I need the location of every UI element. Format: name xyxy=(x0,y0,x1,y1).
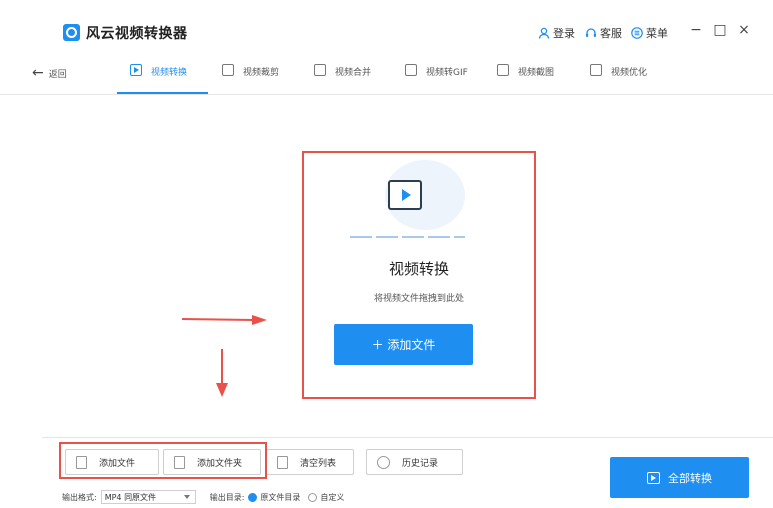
tab-label: 视频优化 xyxy=(611,68,648,78)
back-label: 返回 xyxy=(48,69,67,80)
close-button[interactable]: × xyxy=(737,22,751,38)
service-button[interactable]: 客服 xyxy=(585,26,622,40)
output-format-value: MP4 同原文件 xyxy=(104,492,157,502)
bottom-divider xyxy=(42,437,773,438)
user-icon xyxy=(538,27,550,39)
video-convert-illustration xyxy=(350,160,465,240)
clock-icon xyxy=(377,455,390,469)
tab-video-convert[interactable]: 视频转换 xyxy=(130,63,187,95)
title-bar: 风云视频转换器 登录 客服 菜单 − □ × xyxy=(0,0,773,50)
dir-source-radio[interactable]: 原文件目录 xyxy=(248,492,300,503)
gif-icon xyxy=(405,64,417,76)
tab-label: 视频转换 xyxy=(151,68,188,78)
clear-list-button[interactable]: 清空列表 xyxy=(266,449,354,475)
output-format-label: 输出格式: xyxy=(62,492,97,502)
tab-label: 视频合并 xyxy=(335,68,372,78)
merge-icon xyxy=(314,64,326,76)
play-icon xyxy=(402,189,411,201)
convert-all-button[interactable]: 全部转换 xyxy=(610,457,749,498)
output-dir-label: 输出目录: xyxy=(209,492,245,502)
active-tab-indicator xyxy=(117,92,208,94)
headset-icon xyxy=(586,28,596,37)
trash-icon xyxy=(277,455,288,469)
annotation-arrow-right-icon xyxy=(182,315,267,325)
menu-label: 菜单 xyxy=(646,27,668,40)
login-button[interactable]: 登录 xyxy=(538,26,575,40)
back-button[interactable]: ← 返回 xyxy=(32,65,67,81)
play-icon xyxy=(647,471,660,484)
tab-video-screenshot[interactable]: 视频截图 xyxy=(497,63,554,95)
arrow-left-icon: ← xyxy=(32,65,44,81)
clear-list-label: 清空列表 xyxy=(300,458,337,469)
dir-custom-radio[interactable]: 自定义 xyxy=(308,492,344,503)
annotation-arrow-down-icon xyxy=(216,349,228,397)
sliders-icon xyxy=(590,64,602,76)
output-settings-row: 输出格式: MP4 同原文件 输出目录: 原文件目录 自定义 xyxy=(62,490,344,504)
app-title: 风云视频转换器 xyxy=(86,26,188,42)
toolbar: ← 返回 视频转换 视频裁剪 视频合并 视频转GIF 视频截图 视频优化 xyxy=(0,53,773,95)
radio-checked-icon xyxy=(248,492,258,502)
chevron-down-icon xyxy=(183,495,190,499)
add-file-button[interactable]: ＋ 添加文件 xyxy=(334,324,473,365)
image-icon xyxy=(497,64,509,76)
video-screen-icon xyxy=(388,180,422,210)
tab-video-merge[interactable]: 视频合并 xyxy=(314,63,371,95)
menu-icon xyxy=(631,27,643,39)
login-label: 登录 xyxy=(553,27,575,40)
app-logo-icon xyxy=(63,24,80,41)
dir-source-label: 原文件目录 xyxy=(260,492,301,502)
tab-label: 视频截图 xyxy=(518,68,555,78)
convert-all-label: 全部转换 xyxy=(668,471,712,485)
dir-custom-label: 自定义 xyxy=(320,492,345,502)
maximize-button[interactable]: □ xyxy=(713,22,727,38)
service-label: 客服 xyxy=(600,27,622,40)
history-button[interactable]: 历史记录 xyxy=(366,449,463,475)
tab-video-crop[interactable]: 视频裁剪 xyxy=(222,63,279,95)
tab-video-optimize[interactable]: 视频优化 xyxy=(590,63,647,95)
play-icon xyxy=(130,64,142,76)
illustration-divider xyxy=(350,236,465,238)
output-format-select[interactable]: MP4 同原文件 xyxy=(100,490,196,504)
radio-unchecked-icon xyxy=(308,492,318,502)
drop-zone-hint: 将视频文件拖拽到此处 xyxy=(373,294,464,304)
annotation-highlight-box xyxy=(59,442,267,479)
menu-button[interactable]: 菜单 xyxy=(631,26,668,40)
tab-video-gif[interactable]: 视频转GIF xyxy=(405,63,468,95)
tab-label: 视频转GIF xyxy=(426,68,468,78)
history-label: 历史记录 xyxy=(402,458,439,469)
minimize-button[interactable]: − xyxy=(689,22,703,38)
tab-label: 视频裁剪 xyxy=(243,68,280,78)
crop-icon xyxy=(222,64,234,76)
drop-zone-title: 视频转换 xyxy=(388,260,449,278)
